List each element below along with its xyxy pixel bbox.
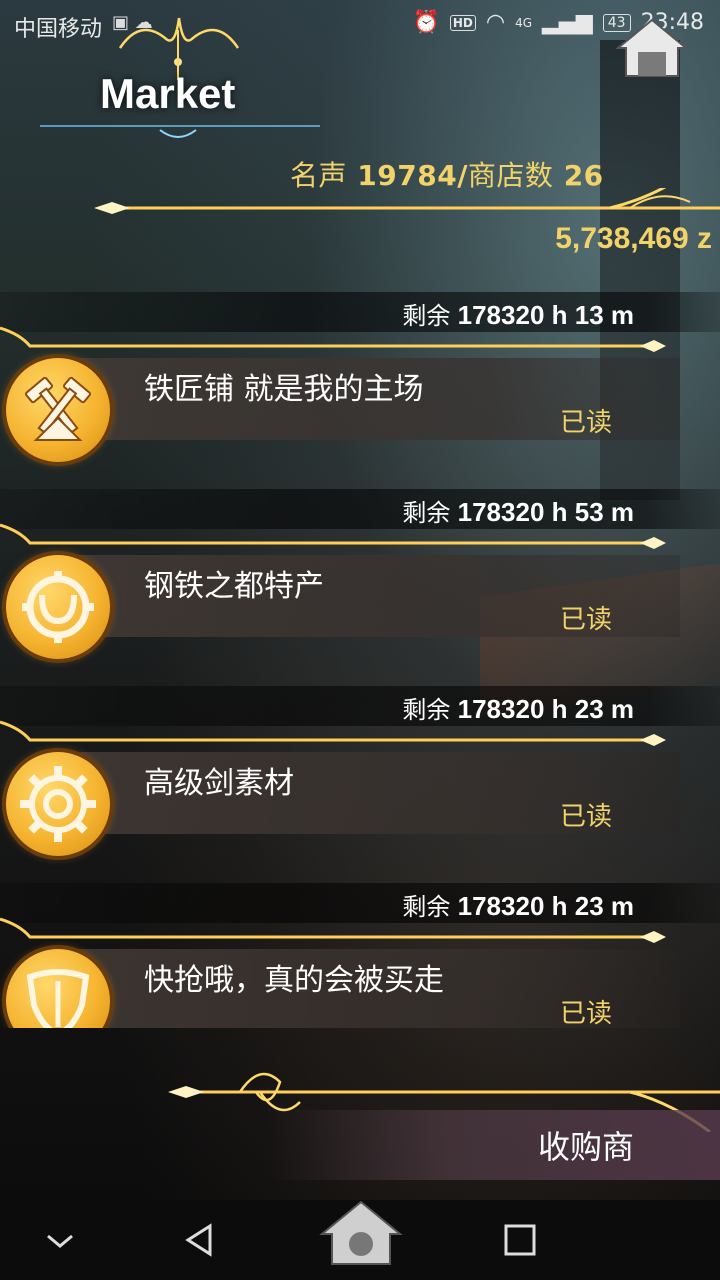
gold-divider [0, 917, 666, 943]
shield-icon [26, 969, 90, 1028]
money-amount: 5,738,469 z [555, 222, 712, 255]
market-listing[interactable]: 剩余 178320 h 13 m 铁匠铺 就是我的主场 已读 剩余 178320… [0, 292, 720, 1028]
read-status: 已读 [560, 605, 613, 635]
gold-divider [0, 523, 666, 549]
listing-badge [6, 555, 110, 659]
listing-badge [6, 949, 110, 1028]
hd-icon: HD [449, 14, 476, 31]
back-icon[interactable] [178, 1218, 222, 1262]
buyer-button[interactable]: 收购商 [538, 1122, 634, 1168]
listing-title[interactable]: 高级剑素材 [144, 758, 294, 802]
recents-icon[interactable] [498, 1218, 542, 1262]
home-button[interactable] [614, 16, 690, 80]
gold-divider [0, 720, 666, 746]
home-icon[interactable] [318, 1196, 404, 1266]
horseshoe-gear-icon [22, 571, 94, 643]
page-title: Market [100, 70, 236, 117]
listing-badge [6, 752, 110, 856]
alarm-icon: ⏰ [412, 10, 440, 35]
network-type: 4G [515, 15, 532, 30]
listing-title[interactable]: 铁匠铺 就是我的主场 [144, 364, 424, 408]
collapse-chevron-icon[interactable] [38, 1218, 82, 1262]
hammers-icon [25, 376, 91, 441]
signal-icon: ▂▄▆ [542, 10, 593, 35]
list-item[interactable]: 剩余 178320 h 23 m 高级剑素材 已读 [0, 686, 720, 883]
read-status: 已读 [560, 999, 613, 1028]
read-status: 已读 [560, 802, 613, 832]
read-status: 已读 [560, 408, 613, 438]
gear-icon [20, 766, 96, 842]
listing-title[interactable]: 快抢哦，真的会被买走 [144, 955, 444, 999]
buyer-band [270, 1110, 720, 1180]
listing-badge [6, 358, 110, 462]
list-item[interactable]: 剩余 178320 h 53 m 钢铁之都特产 已读 [0, 489, 720, 686]
listing-title[interactable]: 钢铁之都特产 [144, 561, 324, 605]
gold-divider [0, 326, 666, 352]
list-item[interactable]: 剩余 178320 h 23 m 快抢哦，真的会被买走 已读 [0, 883, 720, 1028]
list-item[interactable]: 剩余 178320 h 13 m 铁匠铺 就是我的主场 已读 [0, 292, 720, 489]
wifi-icon: ◠ [485, 10, 506, 35]
